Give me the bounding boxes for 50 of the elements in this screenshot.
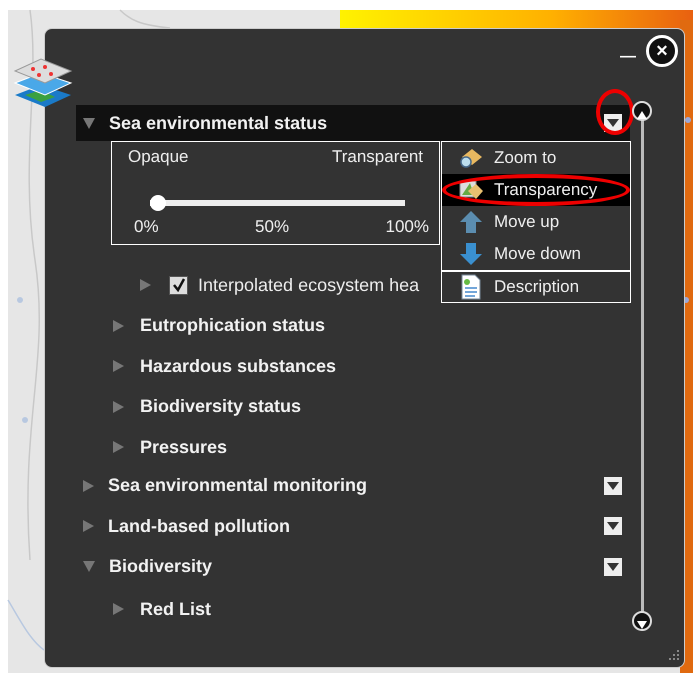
layer-menu-button[interactable] (604, 558, 622, 576)
menu-item[interactable]: Move down (442, 238, 630, 270)
caret-icon (607, 119, 619, 127)
caret-icon (607, 562, 619, 570)
down-arrow-icon (458, 242, 484, 266)
menu-item[interactable]: Zoom to (442, 142, 630, 174)
menu-item[interactable]: Move up (442, 206, 630, 238)
zoom-icon (458, 147, 484, 169)
layer-group-label[interactable]: Hazardous substances (140, 352, 336, 380)
layer-group-label[interactable]: Eutrophication status (140, 312, 326, 340)
close-button[interactable]: × (646, 35, 678, 67)
resize-grip-icon (666, 649, 680, 663)
caret-icon (607, 522, 619, 530)
expand-arrow-icon[interactable] (83, 520, 94, 532)
layer-menu-button[interactable] (604, 476, 622, 494)
layer-group-label[interactable]: Biodiversity (109, 553, 212, 580)
layer-group-label[interactable]: Pressures (140, 434, 228, 461)
up-caret-icon (637, 110, 647, 119)
menu-item[interactable]: Transparency (442, 174, 630, 206)
expand-arrow-icon[interactable] (113, 400, 124, 413)
layer-label[interactable]: Interpolated ecosystem hea (198, 272, 420, 299)
opaque-label: Opaque (128, 146, 188, 168)
expand-arrow-icon[interactable] (140, 279, 151, 292)
layers-icon (11, 57, 75, 109)
scroll-up-button[interactable] (632, 101, 652, 121)
layer-group-label[interactable]: Biodiversity status (140, 393, 302, 420)
up-arrow-icon (458, 210, 484, 234)
transparency-icon (458, 179, 484, 201)
layer-checkbox[interactable] (169, 276, 188, 295)
collapse-arrow-icon[interactable] (83, 561, 95, 572)
layer-group-label[interactable]: Land-based pollution (108, 512, 290, 540)
tick-label: 50% (255, 216, 290, 238)
layer-menu-button[interactable] (604, 517, 622, 535)
transparent-label: Transparent (332, 146, 423, 168)
tick-label: 0% (134, 216, 159, 238)
collapse-arrow-icon[interactable] (83, 118, 95, 128)
caret-icon (607, 482, 619, 490)
expand-arrow-icon[interactable] (83, 480, 94, 492)
menu-item[interactable]: Description (442, 270, 630, 302)
tick-label: 100% (386, 216, 429, 238)
expand-arrow-icon[interactable] (113, 360, 124, 372)
expand-arrow-icon[interactable] (113, 320, 124, 332)
slider-thumb[interactable] (150, 194, 166, 210)
down-caret-icon (637, 620, 647, 629)
layer-group-label[interactable]: Red List (140, 596, 212, 623)
scroll-down-button[interactable] (632, 611, 652, 631)
expand-arrow-icon[interactable] (113, 441, 124, 454)
minimize-button[interactable]: — (620, 49, 636, 65)
expand-arrow-icon[interactable] (113, 603, 124, 616)
layer-group-label[interactable]: Sea environmental monitoring (108, 472, 368, 499)
